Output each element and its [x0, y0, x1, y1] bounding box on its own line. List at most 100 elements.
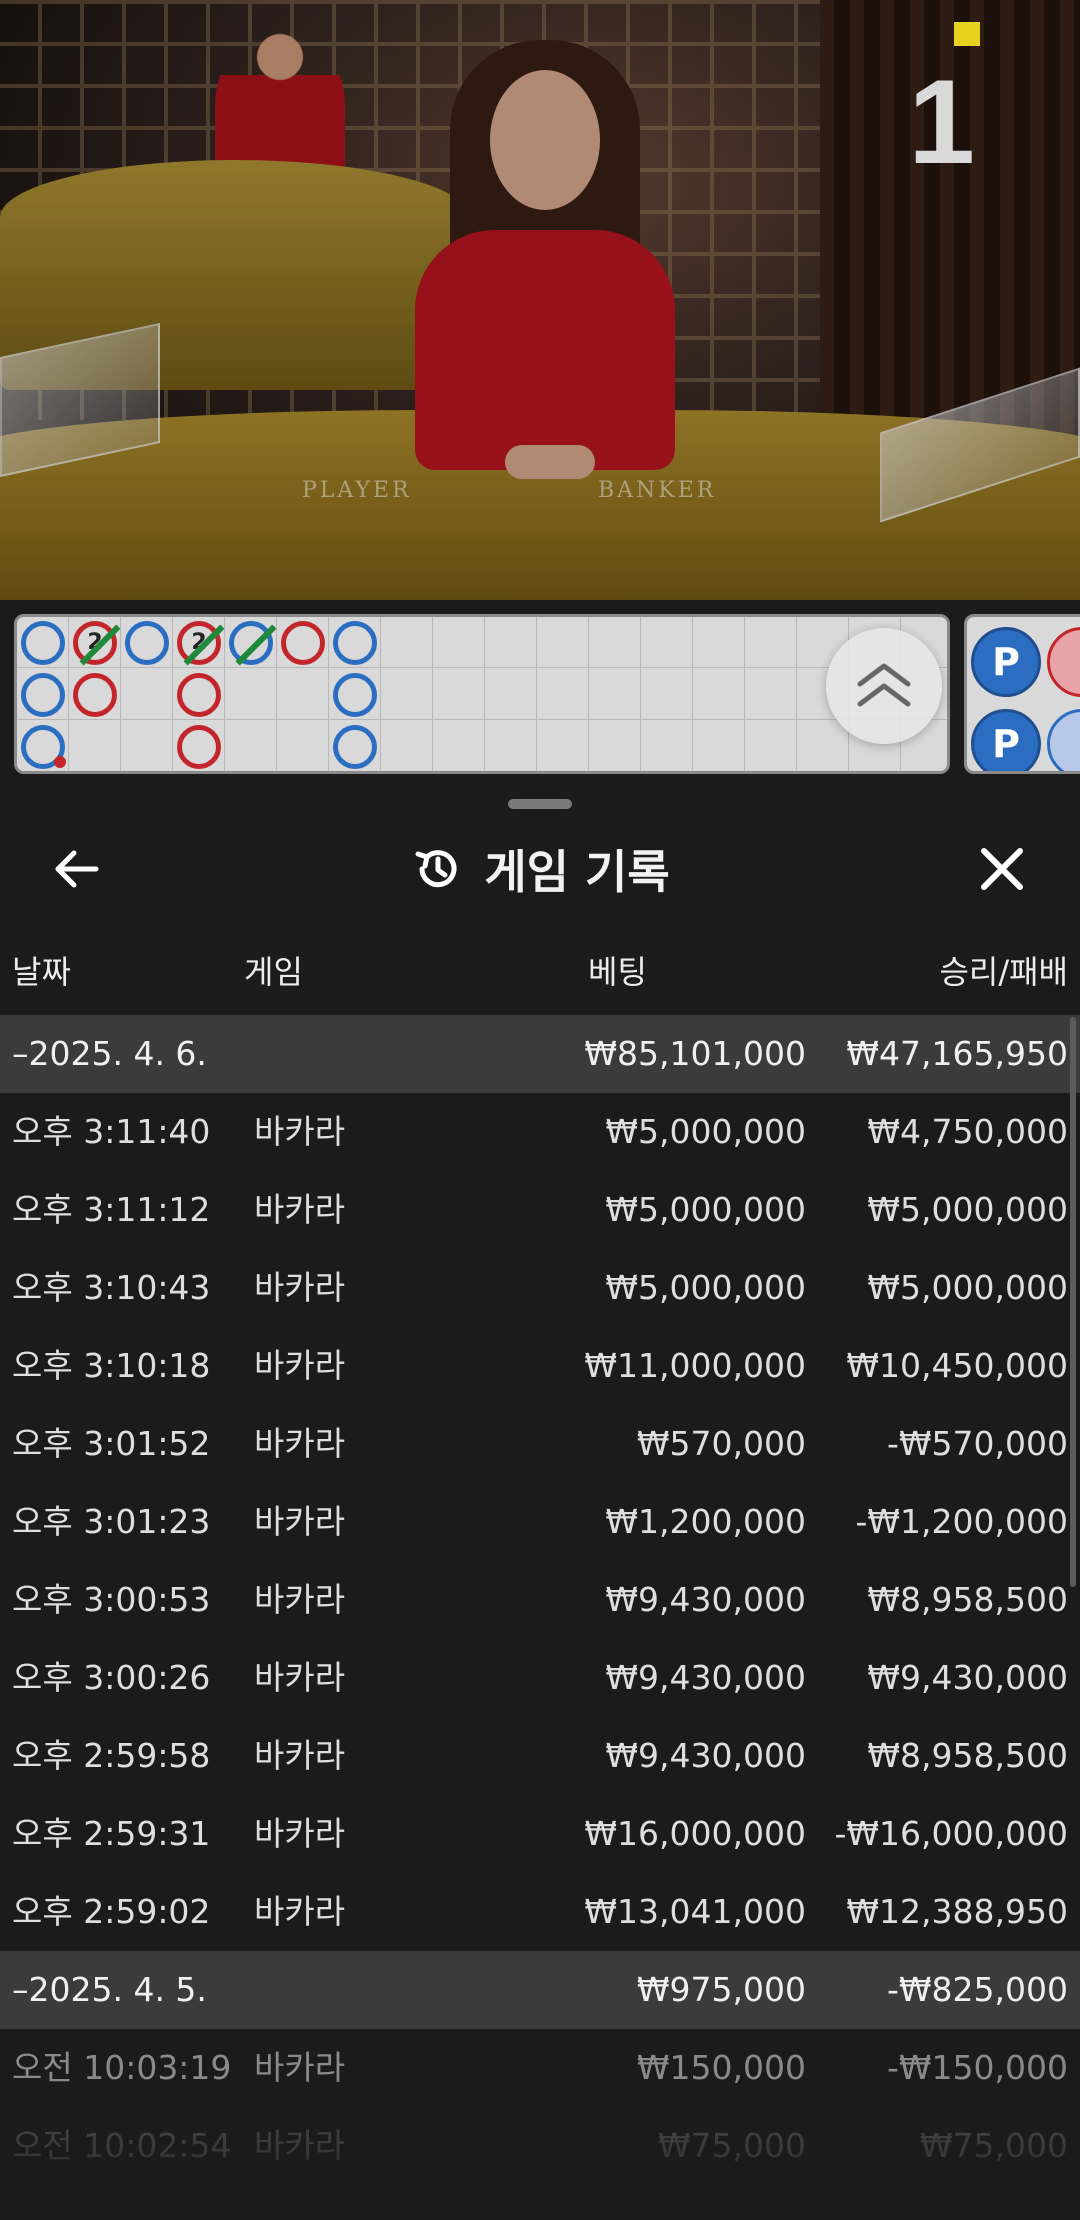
history-clock-icon	[415, 850, 457, 888]
table-row[interactable]: 오후 3:01:23 바카라 ₩1,200,000 -₩1,200,000	[0, 1483, 1080, 1561]
group-bet-total: ₩85,101,000	[584, 1034, 806, 1073]
table-row[interactable]: 오후 3:10:43 바카라 ₩5,000,000 ₩5,000,000	[0, 1249, 1080, 1327]
group-date: –2025. 4. 5.	[12, 1970, 207, 2009]
sheet-header: 게임 기록	[0, 839, 1080, 899]
row-win-loss: -₩570,000	[886, 1424, 1068, 1463]
row-game: 바카라	[254, 1190, 346, 1229]
table-row[interactable]: 오후 3:10:18 바카라 ₩11,000,000 ₩10,450,000	[0, 1327, 1080, 1405]
row-win-loss: ₩8,958,500	[867, 1736, 1068, 1775]
row-time: 오후 2:59:02	[12, 1892, 211, 1931]
table-row[interactable]: 오후 2:59:02 바카라 ₩13,041,000 ₩12,388,950	[0, 1873, 1080, 1951]
group-bet-total: ₩975,000	[636, 1970, 806, 2009]
expand-roadmap-button[interactable]	[826, 628, 942, 744]
row-game: 바카라	[254, 2126, 346, 2165]
column-header-game[interactable]: 게임	[244, 947, 303, 993]
drag-handle[interactable]	[508, 799, 572, 809]
row-bet: ₩9,430,000	[605, 1658, 806, 1697]
table-row[interactable]: 오후 3:01:52 바카라 ₩570,000 -₩570,000	[0, 1405, 1080, 1483]
table-row[interactable]: 오전 10:03:19 바카라 ₩150,000 -₩150,000	[0, 2029, 1080, 2107]
row-win-loss: -₩16,000,000	[834, 1814, 1068, 1853]
bead-banker	[73, 673, 117, 717]
table-number: 1	[908, 55, 975, 189]
bead-player	[21, 725, 66, 769]
row-bet: ₩16,000,000	[584, 1814, 806, 1853]
row-time: 오후 3:00:26	[12, 1658, 211, 1697]
row-win-loss: ₩5,000,000	[867, 1268, 1068, 1307]
history-list[interactable]: –2025. 4. 6. ₩85,101,000 ₩47,165,950 오후 …	[0, 1015, 1080, 2185]
row-win-loss: ₩5,000,000	[867, 1190, 1068, 1229]
player-chip	[1047, 709, 1080, 771]
row-time: 오후 3:00:53	[12, 1580, 211, 1619]
row-win-loss: -₩1,200,000	[855, 1502, 1069, 1541]
close-button[interactable]	[970, 837, 1034, 901]
row-win-loss: ₩8,958,500	[867, 1580, 1068, 1619]
row-game: 바카라	[254, 1346, 346, 1385]
row-bet: ₩9,430,000	[605, 1580, 806, 1619]
bead-player	[333, 621, 377, 665]
bead-player	[21, 673, 65, 717]
row-bet: ₩13,041,000	[584, 1892, 806, 1931]
date-group-row[interactable]: –2025. 4. 6. ₩85,101,000 ₩47,165,950	[0, 1015, 1080, 1093]
bead-player	[125, 621, 169, 665]
column-header-bet[interactable]: 베팅	[588, 947, 647, 993]
row-bet: ₩570,000	[636, 1424, 806, 1463]
row-time: 오후 3:11:12	[12, 1190, 211, 1229]
row-time: 오후 3:11:40	[12, 1112, 211, 1151]
row-win-loss: ₩10,450,000	[846, 1346, 1068, 1385]
table-row[interactable]: 오후 3:00:26 바카라 ₩9,430,000 ₩9,430,000	[0, 1639, 1080, 1717]
row-bet: ₩1,200,000	[605, 1502, 806, 1541]
table-row[interactable]: 오후 2:59:31 바카라 ₩16,000,000 -₩16,000,000	[0, 1795, 1080, 1873]
row-time: 오후 3:10:43	[12, 1268, 211, 1307]
row-bet: ₩5,000,000	[605, 1190, 806, 1229]
row-bet: ₩11,000,000	[584, 1346, 806, 1385]
row-bet: ₩5,000,000	[605, 1268, 806, 1307]
row-bet: ₩75,000	[657, 2126, 806, 2165]
row-win-loss: ₩9,430,000	[867, 1658, 1068, 1697]
table-marker-icon	[954, 22, 980, 46]
big-road-panel[interactable]: P P	[964, 614, 1080, 774]
row-game: 바카라	[254, 1502, 346, 1541]
bead-player	[21, 621, 65, 665]
table-row[interactable]: 오후 3:11:12 바카라 ₩5,000,000 ₩5,000,000	[0, 1171, 1080, 1249]
bead-banker: 2	[73, 621, 121, 666]
row-time: 오후 3:01:52	[12, 1424, 211, 1463]
scrollbar[interactable]	[1070, 1017, 1076, 1587]
column-header-date[interactable]: 날짜	[12, 947, 71, 993]
bead-banker: 2	[177, 621, 225, 666]
row-win-loss: ₩4,750,000	[867, 1112, 1068, 1151]
player-chip: P	[971, 709, 1041, 771]
row-game: 바카라	[254, 1268, 346, 1307]
row-time: 오후 3:10:18	[12, 1346, 211, 1385]
bead-player	[333, 725, 377, 769]
row-bet: ₩150,000	[636, 2048, 806, 2087]
group-win-total: ₩47,165,950	[846, 1034, 1068, 1073]
row-time: 오후 2:59:58	[12, 1736, 211, 1775]
row-time: 오후 2:59:31	[12, 1814, 211, 1853]
column-header-win-loss[interactable]: 승리/패배	[939, 947, 1068, 993]
banker-chip	[1047, 627, 1080, 697]
date-group-row[interactable]: –2025. 4. 5. ₩975,000 -₩825,000	[0, 1951, 1080, 2029]
row-time: 오후 3:01:23	[12, 1502, 211, 1541]
table-row[interactable]: 오후 3:11:40 바카라 ₩5,000,000 ₩4,750,000	[0, 1093, 1080, 1171]
chevron-double-up-icon	[857, 663, 911, 707]
table-row[interactable]: 오후 2:59:58 바카라 ₩9,430,000 ₩8,958,500	[0, 1717, 1080, 1795]
row-win-loss: ₩75,000	[919, 2126, 1068, 2165]
table-header: 날짜 게임 베팅 승리/패배	[0, 947, 1080, 1007]
bead-banker	[281, 621, 325, 665]
row-win-loss: -₩150,000	[886, 2048, 1068, 2087]
row-time: 오전 10:02:54	[12, 2126, 232, 2165]
bead-player	[229, 621, 277, 666]
group-date: –2025. 4. 6.	[12, 1034, 207, 1073]
bead-banker	[177, 673, 221, 717]
table-row[interactable]: 오후 3:00:53 바카라 ₩9,430,000 ₩8,958,500	[0, 1561, 1080, 1639]
row-time: 오전 10:03:19	[12, 2048, 232, 2087]
table-row[interactable]: 오전 10:02:54 바카라 ₩75,000 ₩75,000	[0, 2107, 1080, 2185]
group-win-total: -₩825,000	[886, 1970, 1068, 2009]
live-video-feed: PLAYER BANKER 1	[0, 0, 1080, 600]
bead-road-panel[interactable]: 2 2	[14, 614, 950, 774]
row-game: 바카라	[254, 1892, 346, 1931]
row-game: 바카라	[254, 2048, 346, 2087]
close-icon	[981, 848, 1023, 890]
player-chip: P	[971, 627, 1041, 697]
row-bet: ₩9,430,000	[605, 1736, 806, 1775]
